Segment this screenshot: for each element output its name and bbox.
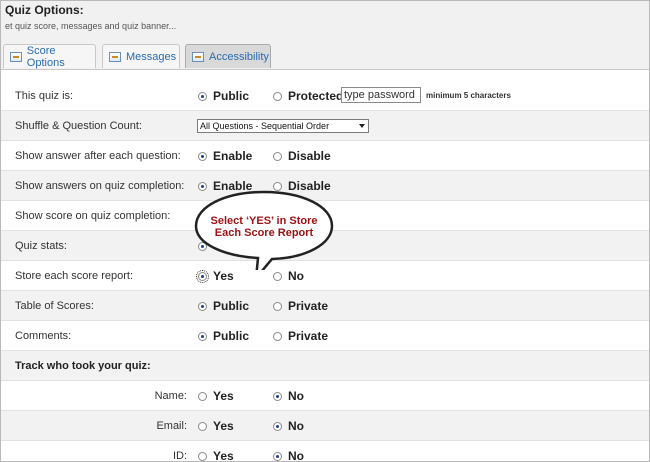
- row-label: Quiz stats:: [15, 240, 67, 252]
- radio-unselected-icon: [273, 301, 282, 311]
- accessibility-icon: [192, 51, 204, 62]
- tab-label: Score Options: [26, 44, 65, 69]
- radio-unselected-icon: [273, 151, 282, 161]
- question-order-select[interactable]: All Questions - Sequential Order: [197, 119, 369, 133]
- callout-line-1: Select ‘YES’ in Store: [210, 215, 318, 227]
- row-label: Show score on quiz completion:: [15, 210, 171, 222]
- quiz-options-header: Quiz Options: et quiz score, messages an…: [1, 1, 649, 70]
- yes-radio[interactable]: Yes: [198, 411, 234, 441]
- option-row-track-header: Track who took your quiz:: [1, 351, 649, 381]
- option-row-track-name: Name: Yes No: [1, 381, 649, 411]
- messages-icon: [109, 51, 121, 62]
- tab-label: Messages: [126, 50, 177, 63]
- select-value: All Questions - Sequential Order: [200, 121, 330, 131]
- radio-label: No: [288, 449, 304, 462]
- row-label: Name:: [154, 390, 187, 402]
- row-label: Shuffle & Question Count:: [15, 120, 142, 132]
- no-radio[interactable]: No: [273, 411, 304, 441]
- page-title: Quiz Options:: [5, 3, 84, 17]
- radio-label: Private: [288, 299, 329, 313]
- row-label: Show answers on quiz completion:: [15, 180, 185, 192]
- radio-label: Yes: [213, 419, 234, 433]
- radio-label: Private: [288, 329, 329, 343]
- row-label: Table of Scores:: [15, 300, 94, 312]
- row-label: ID:: [172, 450, 187, 462]
- password-input[interactable]: type password: [341, 87, 421, 103]
- radio-label: Yes: [213, 449, 234, 462]
- option-row-quiz-access: This quiz is: Public Protected type pass…: [1, 81, 649, 111]
- option-row-track-email: Email: Yes No: [1, 411, 649, 441]
- score-options-icon: [10, 51, 22, 62]
- enable-radio[interactable]: Enable: [198, 141, 252, 171]
- quiz-options-panel: Quiz Options: et quiz score, messages an…: [0, 0, 650, 462]
- chevron-down-icon: [359, 124, 365, 128]
- option-row-comments: Comments: Public Private: [1, 321, 649, 351]
- radio-selected-icon: [273, 421, 282, 431]
- radio-unselected-icon: [273, 331, 282, 341]
- no-radio[interactable]: No: [273, 381, 304, 411]
- disable-radio[interactable]: Disable: [273, 141, 331, 171]
- no-radio[interactable]: No: [273, 441, 304, 462]
- row-label: Comments:: [15, 330, 72, 342]
- tab-messages[interactable]: Messages: [102, 44, 180, 68]
- radio-label: No: [288, 389, 304, 403]
- option-row-table-scores: Table of Scores: Public Private: [1, 291, 649, 321]
- public-radio[interactable]: Public: [198, 81, 249, 111]
- public-radio[interactable]: Public: [198, 291, 249, 321]
- callout-line-2: Each Score Report: [214, 227, 314, 239]
- radio-selected-icon: [273, 451, 282, 461]
- radio-unselected-icon: [198, 451, 207, 461]
- radio-selected-icon: [198, 91, 207, 101]
- option-row-show-answer-each: Show answer after each question: Enable …: [1, 141, 649, 171]
- radio-label: Public: [213, 329, 250, 343]
- radio-label: No: [288, 419, 304, 433]
- row-label: Email:: [156, 420, 187, 432]
- row-label: Show answer after each question:: [15, 150, 181, 162]
- radio-label: Public: [213, 299, 250, 313]
- radio-label: Yes: [213, 389, 234, 403]
- private-radio[interactable]: Private: [273, 321, 328, 351]
- radio-selected-icon: [273, 391, 282, 401]
- radio-label: Enable: [213, 149, 253, 163]
- radio-label: Public: [213, 89, 250, 103]
- row-label: Store each score report:: [15, 270, 134, 282]
- password-hint: minimum 5 characters: [426, 91, 511, 100]
- private-radio[interactable]: Private: [273, 291, 328, 321]
- radio-unselected-icon: [273, 91, 282, 101]
- option-row-track-id: ID: Yes No: [1, 441, 649, 462]
- yes-radio[interactable]: Yes: [198, 381, 234, 411]
- radio-unselected-icon: [198, 391, 207, 401]
- yes-radio[interactable]: Yes: [198, 441, 234, 462]
- tab-label: Accessibility: [209, 50, 269, 63]
- public-radio[interactable]: Public: [198, 321, 249, 351]
- option-row-shuffle: Shuffle & Question Count: All Questions …: [1, 111, 649, 141]
- options-table: This quiz is: Public Protected type pass…: [1, 81, 649, 462]
- radio-selected-icon: [198, 331, 207, 341]
- radio-selected-icon: [198, 301, 207, 311]
- tab-score-options[interactable]: Score Options: [3, 44, 96, 69]
- radio-selected-icon: [198, 151, 207, 161]
- radio-unselected-icon: [198, 421, 207, 431]
- page-subtitle: et quiz score, messages and quiz banner.…: [5, 21, 177, 31]
- tab-accessibility[interactable]: Accessibility: [185, 44, 271, 68]
- radio-label: Protected: [288, 89, 344, 103]
- row-label: This quiz is:: [15, 90, 74, 102]
- section-heading: Track who took your quiz:: [15, 360, 151, 372]
- callout-text: Select ‘YES’ in Store Each Score Report: [194, 215, 334, 239]
- radio-selected-icon: [196, 269, 209, 283]
- protected-radio[interactable]: Protected: [273, 81, 343, 111]
- radio-label: Disable: [288, 149, 331, 163]
- radio-unselected-icon: [273, 271, 282, 281]
